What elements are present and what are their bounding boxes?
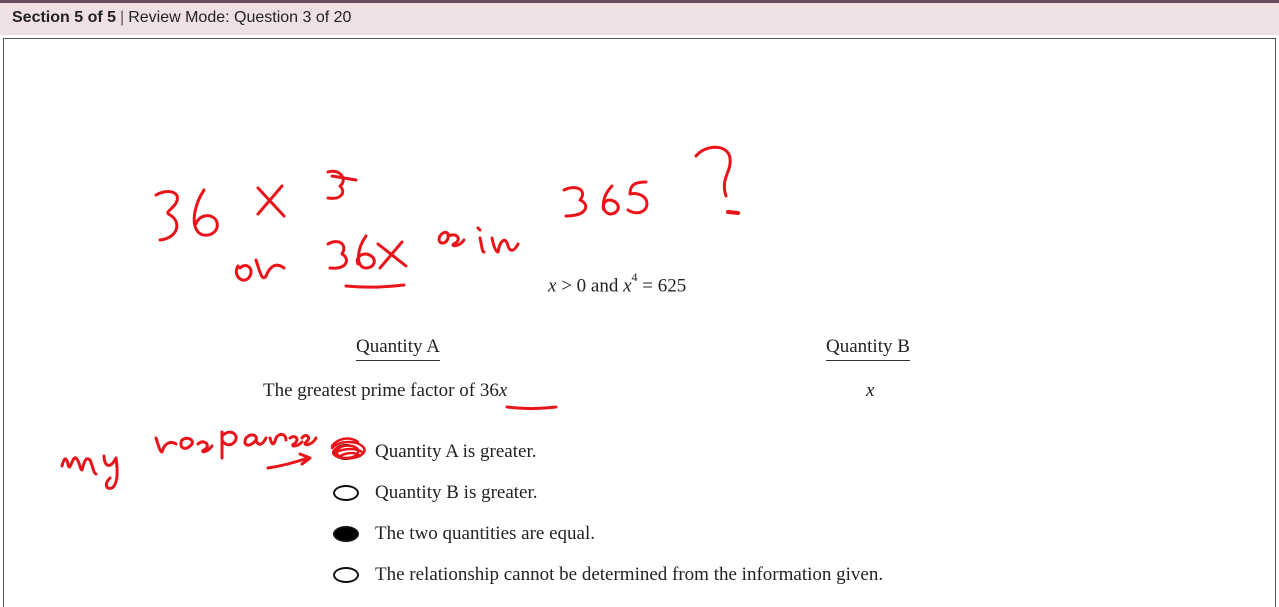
radio-button-d[interactable] [333, 567, 359, 583]
radio-button-c-selected[interactable] [333, 526, 359, 542]
stimulus-equation: = 625 [637, 275, 687, 297]
answer-choice-label: The relationship cannot be determined fr… [375, 564, 884, 585]
answer-choice-a[interactable]: Quantity A is greater. [333, 439, 1033, 465]
radio-button-a[interactable] [333, 444, 359, 460]
review-mode-label: Review Mode: Question 3 of 20 [128, 9, 352, 26]
quantity-a-coefficient: 36 [479, 380, 499, 401]
radio-button-b[interactable] [333, 485, 359, 501]
answer-choice-label: The two quantities are equal. [375, 523, 596, 544]
quantity-a-prefix: The greatest prime factor of [263, 380, 480, 401]
answer-choice-d[interactable]: The relationship cannot be determined fr… [333, 562, 1033, 588]
quantity-a-text: The greatest prime factor of 36x [263, 380, 507, 402]
header-text: Section 5 of 5 | Review Mode: Question 3 o… [12, 9, 351, 27]
stimulus-condition: > 0 and [556, 275, 624, 297]
answer-choice-b[interactable]: Quantity B is greater. [333, 480, 1033, 506]
quantity-b-heading: Quantity B [826, 336, 910, 361]
answer-choice-label: Quantity B is greater. [375, 482, 538, 503]
review-header-bar: Section 5 of 5 | Review Mode: Question 3 o… [0, 0, 1279, 35]
quantity-a-variable: x [498, 380, 508, 401]
quantity-b-text: x [866, 380, 875, 401]
stimulus-variable-2: x [623, 275, 632, 297]
stimulus-exponent: 4 [631, 270, 638, 284]
answer-choice-label: Quantity A is greater. [375, 441, 537, 462]
header-separator: | [120, 9, 125, 26]
answer-choice-c[interactable]: The two quantities are equal. [333, 521, 1033, 547]
section-label: Section 5 of 5 [12, 9, 117, 26]
question-stimulus: x > 0 and x4 = 625 [548, 270, 687, 297]
quantity-a-heading: Quantity A [356, 336, 440, 361]
